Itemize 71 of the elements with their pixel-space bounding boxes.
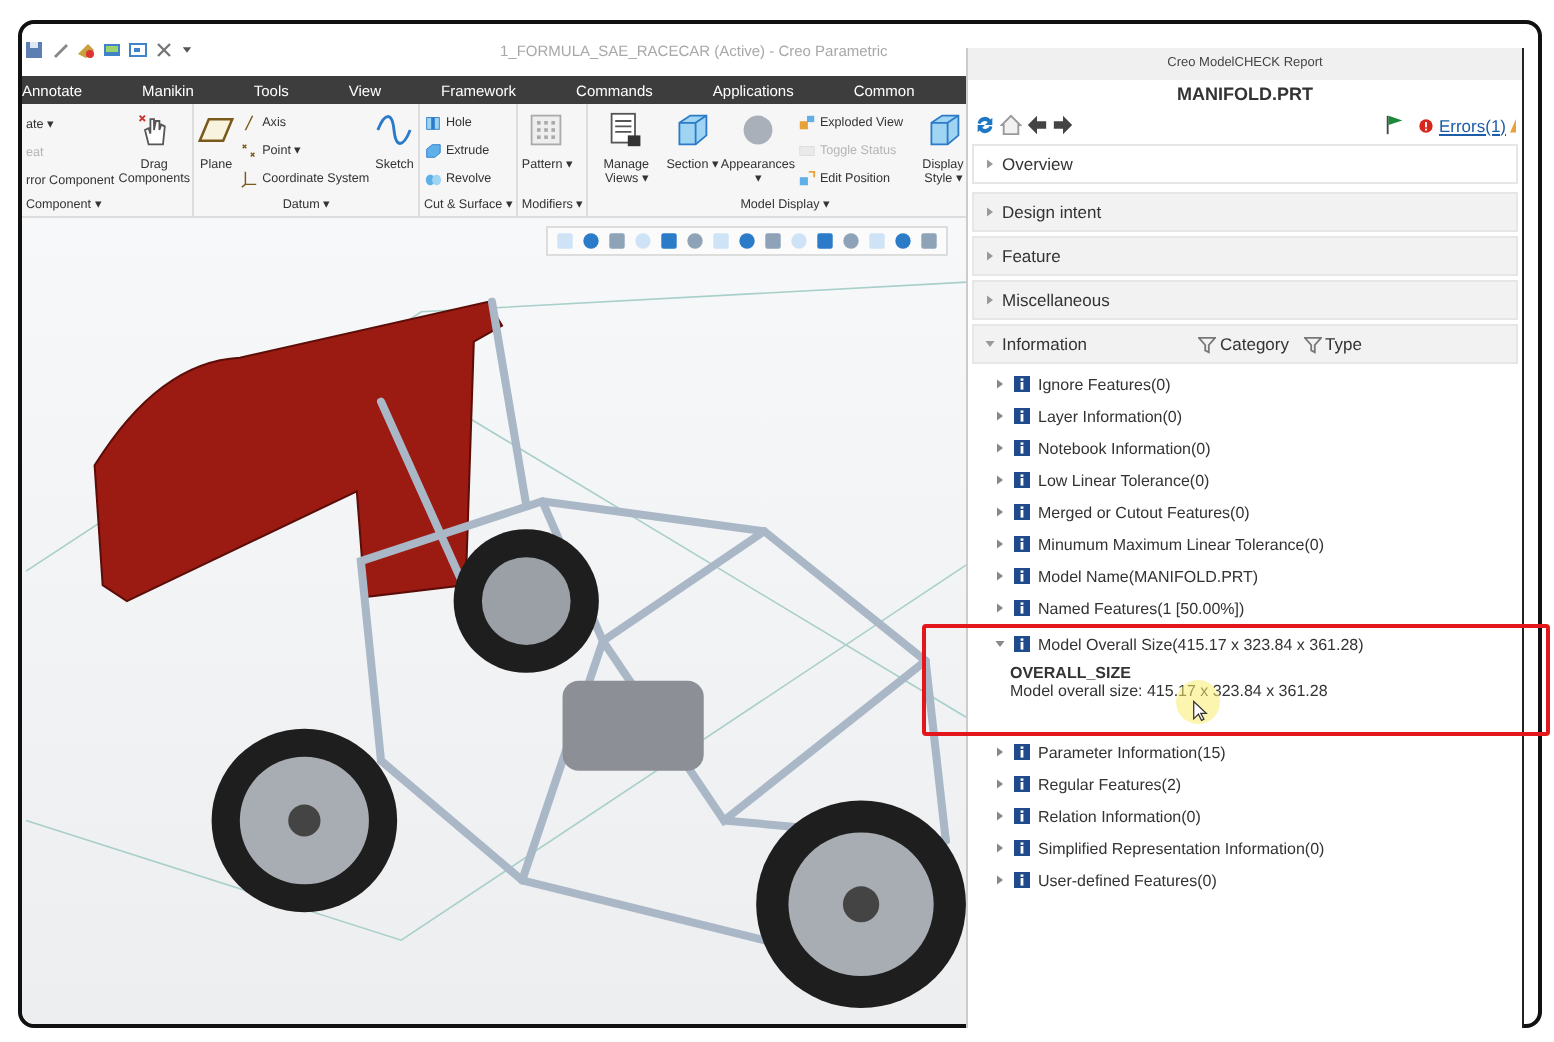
report-item[interactable]: Layer Information(0)	[994, 400, 1522, 432]
info-icon	[1014, 408, 1030, 424]
close-window-icon[interactable]	[154, 40, 174, 60]
refresh-icon[interactable]	[974, 114, 996, 136]
info-icon	[1014, 504, 1030, 520]
report-item[interactable]: Minumum Maximum Linear Tolerance(0)	[994, 528, 1522, 560]
save-icon[interactable]	[24, 40, 44, 60]
filter-icon	[1198, 335, 1216, 353]
forward-arrow-icon[interactable]	[1052, 114, 1074, 136]
report-item[interactable]: Model Name(MANIFOLD.PRT)	[994, 560, 1522, 592]
detail-text: Model overall size: 415.17 x 323.84 x 361.28	[1010, 682, 1330, 700]
report-item[interactable]: Model Overall Size(415.17 x 323.84 x 361.28)	[994, 628, 1522, 660]
extrude-icon	[423, 141, 442, 160]
revolve-icon	[423, 170, 442, 189]
report-item[interactable]: Ignore Features(0)	[994, 368, 1522, 400]
info-icon	[1014, 872, 1030, 888]
hole-icon	[423, 113, 442, 132]
info-icon	[1014, 376, 1030, 392]
section-title: Feature	[1002, 246, 1063, 266]
info-icon	[1014, 744, 1030, 760]
parallelogram-icon	[198, 112, 235, 148]
info-icon	[1014, 440, 1030, 456]
edit-position-icon	[797, 170, 816, 189]
filter-button[interactable]: Type	[1303, 334, 1370, 354]
report-item[interactable]: Low Linear Tolerance(0)	[994, 464, 1522, 496]
report-heading: MANIFOLD.PRT	[1175, 82, 1315, 108]
report-section-header[interactable]: Feature	[972, 236, 1518, 276]
section-title: Overview	[1002, 154, 1075, 174]
report-item[interactable]: Merged or Cutout Features(0)	[994, 496, 1522, 528]
report-item[interactable]: Simplified Representation Information(0)	[994, 832, 1522, 864]
errors-link[interactable]: Errors(1)	[1438, 115, 1506, 135]
info-icon	[1014, 776, 1030, 792]
detail-heading: OVERALL_SIZE	[1010, 664, 1133, 682]
report-item[interactable]: Named Features(1 [50.00%])	[994, 592, 1522, 624]
section-title: Design intent	[1002, 202, 1104, 222]
mouse-pointer-icon	[1192, 700, 1208, 722]
info-icon	[1014, 840, 1030, 856]
info-icon	[1014, 536, 1030, 552]
info-icon	[1014, 808, 1030, 824]
pencil-icon[interactable]	[50, 40, 70, 60]
report-section-header[interactable]: Miscellaneous	[972, 280, 1518, 320]
section-title: Information	[1002, 334, 1090, 354]
info-icon	[1014, 636, 1030, 652]
exploded-view-icon	[797, 113, 816, 132]
report-item[interactable]: Parameter Information(15)	[994, 736, 1522, 768]
axis-icon	[240, 113, 259, 132]
back-arrow-icon[interactable]	[1026, 114, 1048, 136]
info-icon	[1014, 568, 1030, 584]
flag-icon	[1384, 114, 1407, 136]
report-section-header[interactable]: Overview	[972, 144, 1518, 184]
report-section-header[interactable]: Information Category Type	[972, 324, 1518, 364]
window-icon[interactable]	[128, 40, 148, 60]
toggle-icon	[797, 141, 816, 160]
warning-icon	[1510, 114, 1516, 136]
filter-button[interactable]: Category	[1198, 334, 1297, 354]
window-icon[interactable]	[102, 40, 122, 60]
grid-icon	[528, 112, 565, 148]
coordinate-axes-icon	[240, 170, 259, 189]
document-icon	[608, 112, 645, 148]
point-icon	[240, 141, 259, 160]
report-section-header[interactable]: Design intent	[972, 192, 1518, 232]
sine-wave-icon	[376, 112, 413, 148]
report-item[interactable]: Notebook Information(0)	[994, 432, 1522, 464]
report-item[interactable]: Regular Features(2)	[994, 768, 1522, 800]
info-icon	[1014, 600, 1030, 616]
report-item[interactable]: User-defined Features(0)	[994, 864, 1522, 896]
section-title: Miscellaneous	[1002, 290, 1112, 310]
report-item[interactable]: Relation Information(0)	[994, 800, 1522, 832]
error-icon	[1418, 117, 1435, 133]
filter-icon	[1303, 335, 1321, 353]
info-icon	[1014, 472, 1030, 488]
